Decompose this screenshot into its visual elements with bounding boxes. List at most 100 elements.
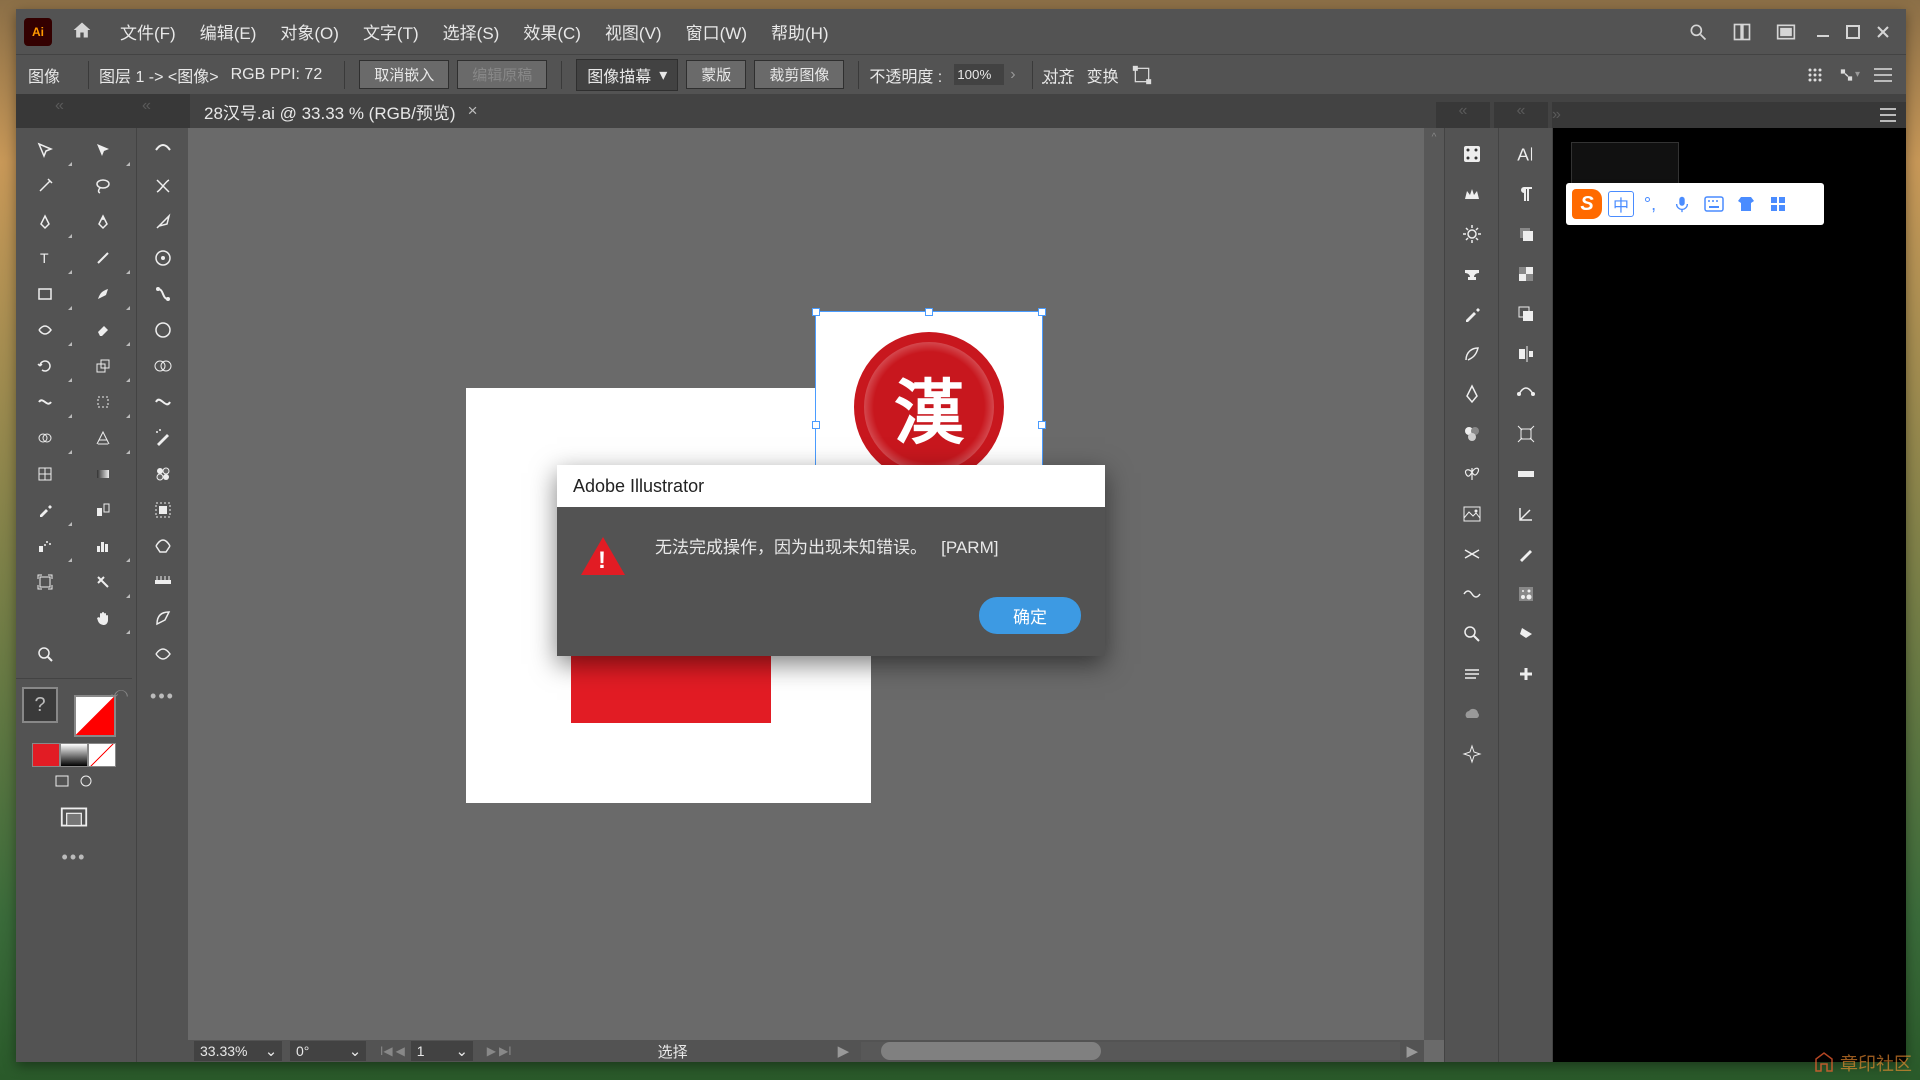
blend-tool[interactable]: [74, 492, 132, 528]
dialog-ok-button[interactable]: 确定: [979, 597, 1081, 634]
unembed-button[interactable]: 取消嵌入: [359, 60, 449, 89]
maximize-button[interactable]: [1838, 20, 1868, 44]
symbol-sprayer-tool[interactable]: [16, 528, 74, 564]
last-artboard-button[interactable]: ▶I: [499, 1044, 512, 1058]
artboard-number-input[interactable]: [411, 1041, 451, 1061]
menu-file[interactable]: 文件(F): [108, 19, 188, 44]
panel-collapse-1[interactable]: «: [1436, 102, 1490, 128]
selection-tool[interactable]: [16, 132, 74, 168]
aux-tool-9[interactable]: [137, 420, 188, 456]
aux-tool-5[interactable]: [137, 276, 188, 312]
line-tool[interactable]: [74, 240, 132, 276]
panel-collapse-2[interactable]: «: [1494, 102, 1548, 128]
panel-spark-icon[interactable]: [1445, 734, 1498, 774]
panel-butterfly-icon[interactable]: [1445, 454, 1498, 494]
grid-icon[interactable]: [1804, 64, 1826, 86]
draw-mode-icon[interactable]: [78, 773, 94, 794]
panel-wave-icon[interactable]: [1445, 574, 1498, 614]
home-icon[interactable]: [72, 20, 96, 44]
ime-keyboard-icon[interactable]: [1698, 188, 1730, 220]
panel-sun-icon[interactable]: [1445, 214, 1498, 254]
minimize-button[interactable]: [1808, 20, 1838, 44]
menu-effect[interactable]: 效果(C): [511, 19, 593, 44]
screen-mode-icon[interactable]: [54, 773, 70, 794]
ime-menu-icon[interactable]: [1762, 188, 1794, 220]
workspace-switcher-icon[interactable]: [1774, 20, 1798, 44]
menu-help[interactable]: 帮助(H): [759, 19, 841, 44]
sogou-logo-icon[interactable]: S: [1572, 189, 1602, 219]
mask-button[interactable]: 蒙版: [686, 60, 746, 89]
panel-halftone-icon[interactable]: [1499, 574, 1552, 614]
panel-align2-icon[interactable]: [1499, 334, 1552, 374]
fill-stroke-swatch[interactable]: [74, 695, 116, 737]
eyedropper-tool[interactable]: [16, 492, 74, 528]
perspective-grid-tool[interactable]: [74, 420, 132, 456]
panel-menu-icon[interactable]: [1872, 64, 1894, 86]
panel-cross-lines-icon[interactable]: [1445, 534, 1498, 574]
panel-anchor-icon[interactable]: [1499, 374, 1552, 414]
artboard-tool[interactable]: [16, 564, 74, 600]
panel-circles-icon[interactable]: [1445, 414, 1498, 454]
aux-tool-7[interactable]: [137, 348, 188, 384]
zoom-dropdown[interactable]: ⌄: [260, 1041, 282, 1061]
width-tool[interactable]: [16, 384, 74, 420]
panel-expand-icon[interactable]: [1499, 414, 1552, 454]
panel-paint-icon[interactable]: [1499, 614, 1552, 654]
image-trace-dropdown[interactable]: 图像描幕▾: [576, 59, 678, 91]
curvature-tool[interactable]: [74, 204, 132, 240]
fill-default-icon[interactable]: ?: [22, 687, 58, 723]
ime-voice-icon[interactable]: [1666, 188, 1698, 220]
panel-search-icon[interactable]: [1445, 614, 1498, 654]
menu-edit[interactable]: 编辑(E): [188, 19, 269, 44]
zoom-input[interactable]: [194, 1041, 260, 1061]
slice-tool[interactable]: [74, 564, 132, 600]
align-button[interactable]: 对齐: [1043, 63, 1075, 87]
aux-tool-8[interactable]: [137, 384, 188, 420]
aux-tool-11[interactable]: [137, 492, 188, 528]
transform-button[interactable]: 变换: [1087, 63, 1119, 87]
ime-toolbar[interactable]: S 中 °,: [1566, 183, 1824, 225]
search-icon[interactable]: [1686, 20, 1710, 44]
rotation-input[interactable]: [290, 1041, 344, 1061]
panel-lines-icon[interactable]: [1445, 654, 1498, 694]
panel-crown-icon[interactable]: [1445, 174, 1498, 214]
aux-tool-12[interactable]: [137, 528, 188, 564]
zoom-tool[interactable]: [16, 636, 74, 672]
change-screen-mode[interactable]: [59, 806, 89, 833]
first-artboard-button[interactable]: I◀: [380, 1044, 393, 1058]
scale-tool[interactable]: [74, 348, 132, 384]
panel-paragraph-icon[interactable]: [1499, 174, 1552, 214]
panel-arrow-corner-icon[interactable]: [1499, 494, 1552, 534]
crop-image-button[interactable]: 裁剪图像: [754, 60, 844, 89]
type-tool[interactable]: T: [16, 240, 74, 276]
menu-view[interactable]: 视图(V): [593, 19, 674, 44]
vertical-scrollbar[interactable]: ^: [1424, 128, 1444, 1040]
opacity-input[interactable]: [954, 64, 1004, 85]
rotation-dropdown[interactable]: ⌄: [344, 1041, 366, 1061]
swap-fill-stroke-icon[interactable]: ⤺: [111, 685, 128, 703]
aux-tool-14[interactable]: [137, 600, 188, 636]
ime-lang-button[interactable]: 中: [1608, 191, 1634, 217]
panel-ruler-icon[interactable]: [1499, 454, 1552, 494]
panel-layers-icon[interactable]: [1499, 214, 1552, 254]
free-transform-tool[interactable]: [74, 384, 132, 420]
tab-close-icon[interactable]: ×: [468, 101, 478, 121]
aux-tool-10[interactable]: [137, 456, 188, 492]
aux-tool-4[interactable]: [137, 240, 188, 276]
color-swatch-none[interactable]: [88, 743, 116, 767]
mesh-tool[interactable]: [16, 456, 74, 492]
magic-wand-tool[interactable]: [16, 168, 74, 204]
paintbrush-tool[interactable]: [74, 276, 132, 312]
horizontal-scrollbar[interactable]: [861, 1042, 1400, 1060]
hand-tool-2[interactable]: [74, 600, 132, 636]
panel-text-large-icon[interactable]: A: [1499, 134, 1552, 174]
panel-landscape-icon[interactable]: [1445, 494, 1498, 534]
panel-collapse-3[interactable]: »: [1552, 102, 1906, 128]
direct-selection-tool[interactable]: [74, 132, 132, 168]
menu-window[interactable]: 窗口(W): [674, 19, 759, 44]
rotate-tool[interactable]: [16, 348, 74, 384]
rectangle-tool[interactable]: [16, 276, 74, 312]
lasso-tool[interactable]: [74, 168, 132, 204]
panel-cloud-icon[interactable]: [1445, 694, 1498, 734]
aux-tool-3[interactable]: [137, 204, 188, 240]
